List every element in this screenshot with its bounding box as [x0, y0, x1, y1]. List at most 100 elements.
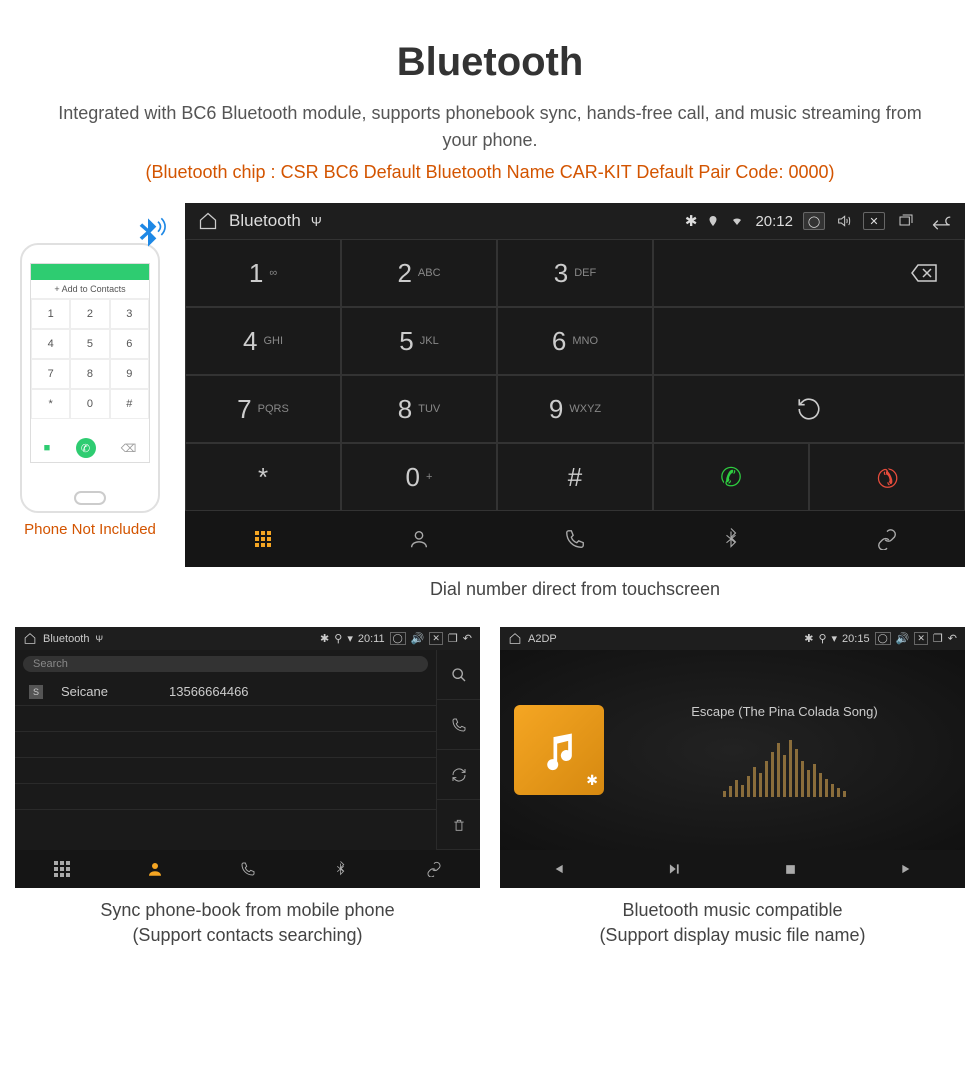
volume-icon[interactable]: 🔊 [411, 632, 425, 645]
bluetooth-icon: ✱ [685, 212, 698, 230]
usb-icon: Ψ [95, 634, 103, 644]
key-1[interactable]: 1∞ [185, 239, 341, 307]
wifi-icon: ▾ [832, 632, 838, 645]
bluetooth-icon: ✱ [320, 632, 329, 645]
contact-number: 13566664466 [169, 684, 249, 699]
location-icon [707, 214, 719, 228]
key-4[interactable]: 4GHI [185, 307, 341, 375]
page-subtitle: Integrated with BC6 Bluetooth module, su… [55, 100, 925, 154]
key-star[interactable]: * [185, 443, 341, 511]
contact-name: Seicane [61, 684, 151, 699]
volume-icon[interactable]: 🔊 [896, 632, 910, 645]
prev-button[interactable] [500, 850, 616, 888]
key-2[interactable]: 2ABC [341, 239, 497, 307]
back-icon[interactable]: ↶ [948, 632, 957, 645]
key-hash[interactable]: # [497, 443, 653, 511]
next-button[interactable] [849, 850, 965, 888]
search-icon[interactable] [436, 650, 480, 700]
delete-icon[interactable] [436, 800, 480, 850]
tab-calls[interactable] [201, 850, 294, 888]
tab-bluetooth[interactable] [294, 850, 387, 888]
tab-dialpad[interactable] [185, 511, 341, 567]
wifi-icon [729, 215, 745, 227]
home-icon[interactable] [197, 211, 219, 231]
phone-home-button [74, 491, 106, 505]
search-input[interactable]: Search [23, 656, 428, 672]
key-9[interactable]: 9WXYZ [497, 375, 653, 443]
close-icon[interactable]: ✕ [914, 632, 928, 645]
phone-device: + Add to Contacts 123 456 789 *0# ■ ✆ ⌫ [20, 243, 160, 513]
side-actions [436, 650, 480, 850]
tab-bluetooth[interactable] [653, 511, 809, 567]
recent-icon[interactable]: ❐ [933, 632, 943, 645]
status-bar: Bluetooth Ψ ✱ 20:12 ◯ ✕ [185, 203, 965, 239]
music-screen: A2DP ✱ ⚲ ▾ 20:15 ◯ 🔊 ✕ ❐ ↶ ✱ [500, 627, 965, 888]
contact-row[interactable]: S Seicane 13566664466 [15, 678, 436, 706]
tab-calls[interactable] [497, 511, 653, 567]
add-contacts-label: + Add to Contacts [31, 280, 149, 299]
key-0[interactable]: 0+ [341, 443, 497, 511]
track-title: Escape (The Pina Colada Song) [618, 704, 951, 719]
contact-row [15, 732, 436, 758]
stop-button[interactable] [733, 850, 849, 888]
close-icon[interactable]: ✕ [429, 632, 443, 645]
contacts-screen: Bluetooth Ψ ✱ ⚲ ▾ 20:11 ◯ 🔊 ✕ ❐ ↶ Search [15, 627, 480, 888]
phone-status-bar [31, 264, 149, 280]
back-icon[interactable]: ↶ [463, 632, 472, 645]
music-controls [500, 850, 965, 888]
play-pause-button[interactable] [616, 850, 732, 888]
key-5[interactable]: 5JKL [341, 307, 497, 375]
home-icon[interactable] [23, 632, 37, 645]
key-6[interactable]: 6MNO [497, 307, 653, 375]
main-caption: Dial number direct from touchscreen [185, 577, 965, 602]
bluetooth-signal-icon [128, 215, 168, 255]
history-button[interactable] [653, 375, 965, 443]
usb-icon: Ψ [311, 214, 322, 229]
clock-time: 20:15 [842, 633, 870, 645]
backspace-icon: ⌫ [121, 442, 137, 455]
hangup-button[interactable]: ✆ [809, 443, 965, 511]
clock-time: 20:12 [755, 213, 793, 230]
recent-icon[interactable]: ❐ [448, 632, 458, 645]
camera-icon[interactable]: ◯ [390, 632, 406, 645]
contact-badge: S [29, 685, 43, 699]
tab-contacts[interactable] [108, 850, 201, 888]
phone-caption: Phone Not Included [15, 521, 165, 538]
backspace-icon[interactable] [910, 262, 940, 284]
volume-icon[interactable] [835, 213, 853, 229]
camera-icon[interactable]: ◯ [803, 212, 825, 230]
call-icon: ✆ [76, 438, 96, 458]
page-title: Bluetooth [15, 40, 965, 85]
close-icon[interactable]: ✕ [863, 212, 885, 230]
visualizer [618, 737, 951, 797]
key-3[interactable]: 3DEF [497, 239, 653, 307]
status-bar: A2DP ✱ ⚲ ▾ 20:15 ◯ 🔊 ✕ ❐ ↶ [500, 627, 965, 650]
bottom-nav [15, 850, 480, 888]
app-title: Bluetooth [229, 211, 301, 231]
sync-icon[interactable] [436, 750, 480, 800]
tab-dialpad[interactable] [15, 850, 108, 888]
bottom-nav [185, 511, 965, 567]
contact-row [15, 758, 436, 784]
video-icon: ■ [44, 442, 51, 454]
contacts-caption: Sync phone-book from mobile phone(Suppor… [15, 898, 480, 948]
app-title: Bluetooth [43, 633, 89, 645]
key-7[interactable]: 7PQRS [185, 375, 341, 443]
number-display [653, 239, 965, 307]
location-icon: ⚲ [818, 632, 826, 645]
camera-icon[interactable]: ◯ [875, 632, 891, 645]
tab-link[interactable] [809, 511, 965, 567]
main-dialer-screen: Bluetooth Ψ ✱ 20:12 ◯ ✕ 1∞ 2ABC [185, 203, 965, 567]
tab-contacts[interactable] [341, 511, 497, 567]
tab-link[interactable] [387, 850, 480, 888]
recent-icon[interactable] [895, 213, 917, 229]
bluetooth-icon: ✱ [804, 632, 813, 645]
key-8[interactable]: 8TUV [341, 375, 497, 443]
call-button[interactable]: ✆ [653, 443, 809, 511]
wifi-icon: ▾ [347, 632, 353, 645]
phone-illustration: + Add to Contacts 123 456 789 *0# ■ ✆ ⌫ … [15, 203, 165, 538]
album-art: ✱ [514, 705, 604, 795]
back-icon[interactable] [927, 212, 953, 230]
call-icon[interactable] [436, 700, 480, 750]
home-icon[interactable] [508, 632, 522, 645]
